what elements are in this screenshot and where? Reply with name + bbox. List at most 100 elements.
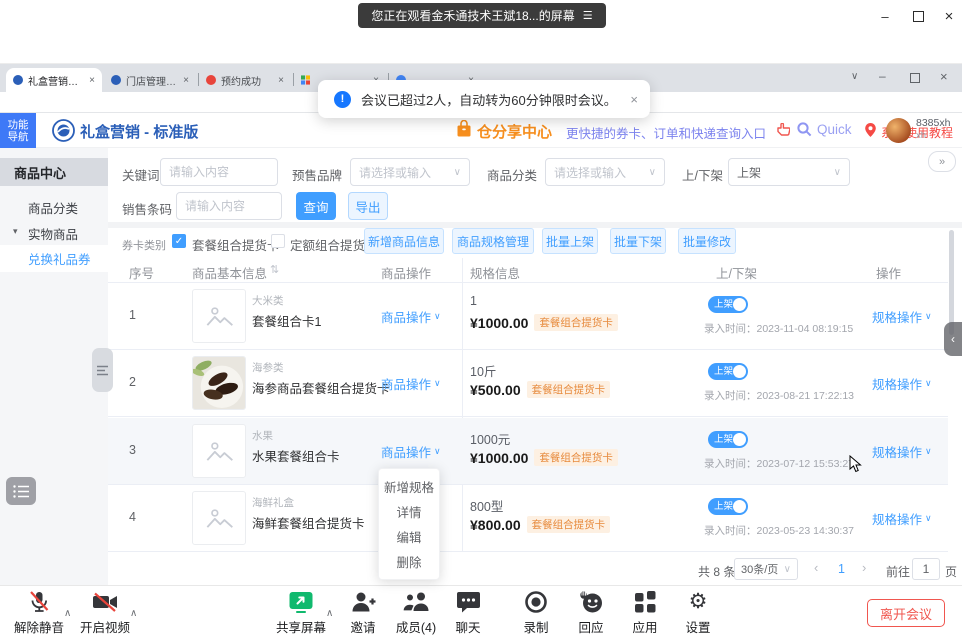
screen: 您正在观看金禾通技术王斌18...的屏幕 ☰ – × 会议详情 04:47(60…: [0, 0, 962, 642]
spec-value: 1: [470, 294, 477, 308]
checkbox-fixed-card[interactable]: [271, 234, 285, 248]
page-size-select[interactable]: 30条/页 ∨: [734, 558, 798, 580]
shelf-label: 上/下架: [682, 165, 723, 184]
batch-off-shelf-button[interactable]: 批量下架: [610, 228, 666, 254]
banner-menu-icon[interactable]: ☰: [583, 9, 593, 22]
quick-link[interactable]: Quick: [817, 122, 852, 137]
checkbox-combo-card-label[interactable]: 套餐组合提货卡: [192, 235, 280, 254]
shelf-toggle[interactable]: 上架: [708, 363, 748, 380]
checkbox-combo-card[interactable]: ✓: [172, 234, 186, 248]
share-center-link[interactable]: 仓分享中心: [477, 121, 552, 142]
batch-edit-button[interactable]: 批量修改: [678, 228, 736, 254]
scrollbar[interactable]: [949, 230, 954, 335]
batch-on-shelf-button[interactable]: 批量上架: [542, 228, 598, 254]
toast-close-icon[interactable]: ×: [630, 92, 638, 107]
product-op-link[interactable]: 商品操作∨: [381, 374, 441, 393]
spec-op-link[interactable]: 规格操作∨: [872, 307, 932, 326]
mic-options-caret-icon[interactable]: ∧: [64, 608, 71, 619]
chevron-down-icon: ∨: [925, 311, 932, 322]
price: ¥800.00: [470, 517, 521, 533]
leave-meeting-button[interactable]: 离开会议: [867, 599, 945, 627]
filter-collapse-button[interactable]: »: [928, 151, 956, 172]
tab-search-icon[interactable]: ∨: [851, 71, 858, 82]
product-name: 海鲜套餐组合提货卡: [252, 513, 365, 532]
share-screen-button[interactable]: 共享屏幕: [272, 590, 330, 636]
browser-tab-2[interactable]: 门店管理中心 ×: [104, 68, 196, 92]
window-minimize-button[interactable]: –: [872, 6, 898, 26]
shelf-toggle[interactable]: 上架: [708, 498, 748, 515]
goto-page-input[interactable]: [912, 558, 940, 580]
search-button[interactable]: 查询: [296, 192, 336, 220]
shelf-toggle[interactable]: 上架: [708, 296, 748, 313]
chat-button[interactable]: 聊天: [446, 590, 490, 636]
tab-favicon: [301, 75, 310, 85]
menu-item-add-spec[interactable]: 新增规格: [379, 474, 439, 499]
sidebar-item-physical-goods[interactable]: 实物商品: [28, 224, 78, 243]
record-button[interactable]: 录制: [512, 590, 560, 636]
browser-close-icon[interactable]: ×: [940, 69, 948, 84]
function-nav-button[interactable]: 功能 导航: [0, 113, 36, 148]
menu-item-details[interactable]: 详情: [379, 499, 439, 524]
tab-close-icon[interactable]: ×: [89, 75, 95, 86]
prev-page-button[interactable]: ‹: [814, 560, 818, 575]
settings-button[interactable]: ⚙ 设置: [674, 590, 722, 636]
apps-button[interactable]: 应用: [621, 590, 669, 636]
invite-button[interactable]: 邀请: [338, 590, 388, 636]
product-op-link-open[interactable]: 商品操作∨: [381, 442, 441, 461]
spec-value: 800型: [470, 496, 503, 515]
start-video-button[interactable]: 开启视频: [74, 590, 136, 636]
price-line: ¥500.00 套餐组合提货卡: [470, 381, 610, 398]
floating-list-button[interactable]: [6, 477, 36, 505]
menu-item-edit[interactable]: 编辑: [379, 524, 439, 549]
barcode-input[interactable]: [176, 192, 282, 220]
spec-manage-button[interactable]: 商品规格管理: [452, 228, 534, 254]
tab-close-icon[interactable]: ×: [278, 75, 284, 86]
browser-minimize-icon[interactable]: –: [879, 69, 886, 83]
browser-restore-icon[interactable]: [910, 73, 920, 83]
unmute-button[interactable]: 解除静音: [8, 590, 70, 636]
share-options-caret-icon[interactable]: ∧: [326, 608, 333, 619]
browser-tab-3[interactable]: 预约成功 ×: [199, 68, 291, 92]
product-category: 水果: [252, 428, 273, 443]
keyword-input[interactable]: [160, 158, 278, 186]
react-icon: [578, 590, 604, 614]
browser-tab-1[interactable]: 礼盒营销平台管理中心 ×: [6, 68, 102, 92]
spec-op-link[interactable]: 规格操作∨: [872, 374, 932, 393]
user-avatar[interactable]: [886, 118, 911, 143]
menu-item-delete[interactable]: 删除: [379, 549, 439, 574]
product-op-link[interactable]: 商品操作∨: [381, 307, 441, 326]
chevron-down-icon: ∨: [434, 446, 441, 457]
row-number: 2: [129, 375, 136, 389]
shelf-select[interactable]: 上架 ∨: [728, 158, 850, 186]
brand-label: 预售品牌: [292, 165, 342, 184]
members-button[interactable]: 成员(4): [390, 590, 442, 636]
sort-icon[interactable]: ⇅: [270, 263, 279, 276]
next-page-button[interactable]: ›: [862, 560, 866, 575]
gear-icon: ⚙: [689, 590, 708, 614]
image-placeholder-icon: [204, 301, 234, 331]
tab-close-icon[interactable]: ×: [183, 75, 189, 86]
sidebar-item-product-category[interactable]: 商品分类: [28, 198, 78, 217]
window-titlebar: 您正在观看金禾通技术王斌18...的屏幕 ☰ – ×: [0, 0, 962, 30]
export-button[interactable]: 导出: [348, 192, 388, 220]
react-button[interactable]: 回应: [567, 590, 615, 636]
spec-op-link[interactable]: 规格操作∨: [872, 509, 932, 528]
tab-title: 预约成功: [221, 73, 273, 88]
brand-select[interactable]: 请选择或输入 ∨: [350, 158, 470, 186]
shelf-toggle[interactable]: 上架: [708, 431, 748, 448]
spec-op-link[interactable]: 规格操作∨: [872, 442, 932, 461]
user-sub: xh: [916, 130, 926, 141]
expand-triangle-icon[interactable]: ▾: [13, 226, 18, 237]
table-row: 2 海参类 海参商品套餐组合提货卡 商品操作∨ 10斤 ¥500.00 套餐组合…: [108, 350, 948, 417]
sidebar-collapse-handle[interactable]: [92, 348, 113, 392]
window-close-button[interactable]: ×: [936, 6, 962, 26]
current-page[interactable]: 1: [838, 562, 845, 576]
price-line: ¥1000.00 套餐组合提货卡: [470, 449, 618, 466]
add-product-button[interactable]: 新增商品信息: [364, 228, 444, 254]
meeting-toolbar: 会议详情 04:47(60分钟) ▾ 演讲者视图 ▾: [0, 30, 962, 64]
panel-collapse-handle[interactable]: ‹: [944, 322, 962, 356]
window-maximize-button[interactable]: [905, 6, 931, 26]
category-select[interactable]: 请选择或输入 ∨: [545, 158, 665, 186]
video-options-caret-icon[interactable]: ∧: [130, 608, 137, 619]
sidebar-item-gift-voucher[interactable]: 兑换礼品券: [0, 245, 108, 272]
